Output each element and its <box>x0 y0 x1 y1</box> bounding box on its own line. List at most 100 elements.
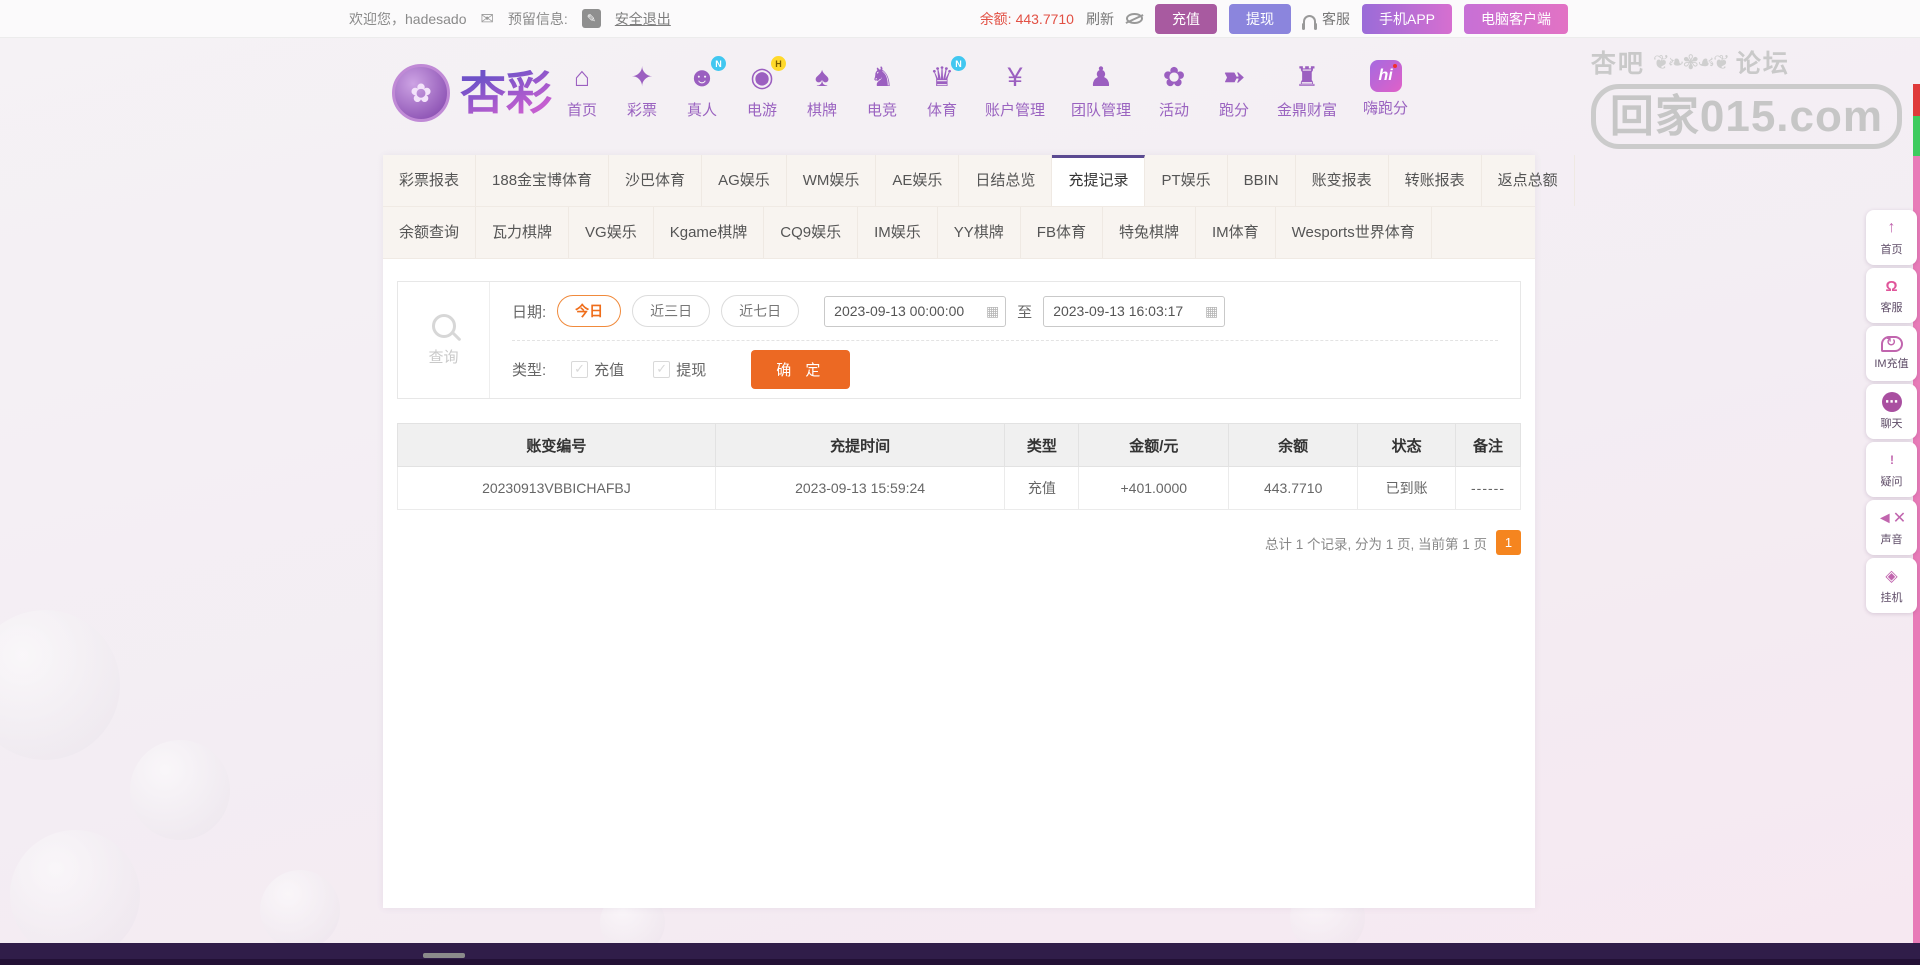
nav-item[interactable]: hi 嗨跑分 <box>1350 60 1421 118</box>
type-deposit-checkbox[interactable]: 充值 <box>571 359 624 380</box>
refresh-link[interactable]: 刷新 <box>1086 9 1114 29</box>
edit-pencil-icon[interactable]: ✎ <box>582 9 601 28</box>
cell-status: 已到账 <box>1358 467 1456 510</box>
tab[interactable]: 沙巴体育 <box>609 155 702 206</box>
tab[interactable]: FB体育 <box>1021 207 1103 258</box>
logout-link[interactable]: 安全退出 <box>615 9 671 29</box>
tab[interactable]: 188金宝博体育 <box>476 155 609 206</box>
tab[interactable]: 特兔棋牌 <box>1103 207 1196 258</box>
sports-trophy-icon: ♛ N <box>925 60 959 94</box>
deposit-button[interactable]: 充值 <box>1155 4 1217 34</box>
question-icon: ! <box>1882 450 1902 470</box>
sound-mute-icon: ◄✕ <box>1877 508 1906 528</box>
tab[interactable]: BBIN <box>1228 155 1296 206</box>
cell-time: 2023-09-13 15:59:24 <box>715 467 1005 510</box>
nav-item[interactable]: ✦ 彩票 <box>612 60 672 120</box>
records-table: 账变编号 充提时间 类型 金额/元 余额 状态 备注 20230913VBBIC… <box>397 423 1521 510</box>
tab[interactable]: 日结总览 <box>959 155 1052 206</box>
tab[interactable]: 瓦力棋牌 <box>476 207 569 258</box>
side-tool[interactable]: ◄✕ 声音 <box>1866 500 1917 555</box>
tab[interactable]: AE娱乐 <box>876 155 959 206</box>
nav-item[interactable]: ♟ 团队管理 <box>1058 60 1144 120</box>
welcome-text: 欢迎您，hadesado <box>349 9 467 29</box>
tab[interactable]: 转账报表 <box>1389 155 1482 206</box>
headset-icon <box>1303 15 1316 25</box>
nav-item[interactable]: ➽ 跑分 <box>1204 60 1264 120</box>
nav-item[interactable]: ✿ 活动 <box>1144 60 1204 120</box>
tab[interactable]: IM娱乐 <box>858 207 938 258</box>
nav-label: 体育 <box>927 99 957 120</box>
nav-item[interactable]: ⌂ 首页 <box>552 60 612 120</box>
customer-service-link[interactable]: 客服 <box>1303 9 1350 29</box>
nav-item[interactable]: ♜ 金鼎财富 <box>1264 60 1350 120</box>
nav-item[interactable]: ♠ 棋牌 <box>792 60 852 120</box>
scrollbar-segment-green <box>1913 116 1920 156</box>
tab-row-1: 彩票报表 188金宝博体育 沙巴体育 AG娱乐 WM娱乐 <box>383 155 1535 207</box>
nav-item[interactable]: ☻ N 真人 <box>672 60 732 120</box>
col-header: 状态 <box>1358 424 1456 467</box>
tab[interactable]: 彩票报表 <box>383 155 476 206</box>
tab[interactable]: PT娱乐 <box>1145 155 1227 206</box>
mail-icon[interactable]: ✉ <box>481 9 494 29</box>
nav-item[interactable]: ♞ 电竞 <box>852 60 912 120</box>
tab[interactable]: CQ9娱乐 <box>764 207 858 258</box>
tab[interactable]: 余额查询 <box>383 207 476 258</box>
side-tool[interactable]: Ω 客服 <box>1866 268 1917 323</box>
tab[interactable]: 充提记录 <box>1052 155 1145 206</box>
query-panel-header: 查询 <box>398 282 490 398</box>
tab[interactable]: IM体育 <box>1196 207 1276 258</box>
side-tool[interactable]: ! 疑问 <box>1866 442 1917 497</box>
col-header: 余额 <box>1229 424 1358 467</box>
mobile-app-button[interactable]: 手机APP <box>1362 4 1452 34</box>
nav-label: 金鼎财富 <box>1277 99 1337 120</box>
nav-label: 电游 <box>747 99 777 120</box>
date-to-input[interactable] <box>1043 296 1225 327</box>
date-range-button[interactable]: 今日 <box>557 295 621 327</box>
side-toolbar: ↑ 首页 Ω 客服 ↻ IM充值 ⋯ 聊天 ! 疑问 ◄✕ 声音 ◈ 挂机 <box>1866 210 1917 613</box>
tab[interactable]: Kgame棋牌 <box>654 207 765 258</box>
tab[interactable]: VG娱乐 <box>569 207 654 258</box>
rhino-icon: ➽ <box>1217 60 1251 94</box>
side-tool[interactable]: ↑ 首页 <box>1866 210 1917 265</box>
nav-item[interactable]: ◉ H 电游 <box>732 60 792 120</box>
gift-icon: ✿ <box>1157 60 1191 94</box>
tab[interactable]: 账变报表 <box>1296 155 1389 206</box>
balance-display: 余额:443.7710 <box>980 9 1074 29</box>
tab[interactable]: Wesports世界体育 <box>1276 207 1432 258</box>
page-button-1[interactable]: 1 <box>1496 530 1521 555</box>
brand-logo[interactable]: ✿ 杏彩 <box>392 64 552 122</box>
side-tool-label: 声音 <box>1881 531 1903 547</box>
home-icon: ⌂ <box>565 60 599 94</box>
tab[interactable]: YY棋牌 <box>938 207 1021 258</box>
side-tool[interactable]: ↻ IM充值 <box>1866 326 1917 381</box>
withdraw-button[interactable]: 提现 <box>1229 4 1291 34</box>
date-from-input[interactable] <box>824 296 1006 327</box>
tab[interactable]: AG娱乐 <box>702 155 787 206</box>
pc-client-button[interactable]: 电脑客户端 <box>1464 4 1568 34</box>
tab[interactable]: WM娱乐 <box>787 155 877 206</box>
type-filter-row: 类型: 充值 提现 确 定 <box>512 340 1498 398</box>
pagination-summary: 总计 1 个记录, 分为 1 页, 当前第 1 页 <box>1265 533 1487 553</box>
forum-watermark: 杏吧 ❦❧✾☙❦ 论坛 回家015.com <box>1591 44 1902 149</box>
side-tool-label: 聊天 <box>1881 415 1903 431</box>
col-header: 备注 <box>1456 424 1521 467</box>
checkbox-icon <box>653 361 670 378</box>
confirm-button[interactable]: 确 定 <box>751 350 850 389</box>
type-withdraw-checkbox[interactable]: 提现 <box>653 359 706 380</box>
decor-ball <box>0 610 120 760</box>
nav-item[interactable]: ♛ N 体育 <box>912 60 972 120</box>
side-tool-label: 疑问 <box>1881 473 1903 489</box>
nav-label: 首页 <box>567 99 597 120</box>
tab[interactable]: 返点总额 <box>1482 155 1575 206</box>
side-tool[interactable]: ⋯ 聊天 <box>1866 384 1917 439</box>
nav-item[interactable]: ¥ 账户管理 <box>972 60 1058 120</box>
cell-type: 充值 <box>1005 467 1079 510</box>
im-recharge-icon: ↻ <box>1881 336 1903 352</box>
side-tool[interactable]: ◈ 挂机 <box>1866 558 1917 613</box>
nav-label: 真人 <box>687 99 717 120</box>
date-range-button[interactable]: 近三日 <box>632 295 710 327</box>
cell-remark: ------ <box>1456 467 1521 510</box>
report-tabs: 彩票报表 188金宝博体育 沙巴体育 AG娱乐 WM娱乐 <box>383 155 1535 259</box>
date-range-button[interactable]: 近七日 <box>721 295 799 327</box>
hide-balance-eye-icon[interactable] <box>1126 13 1143 24</box>
